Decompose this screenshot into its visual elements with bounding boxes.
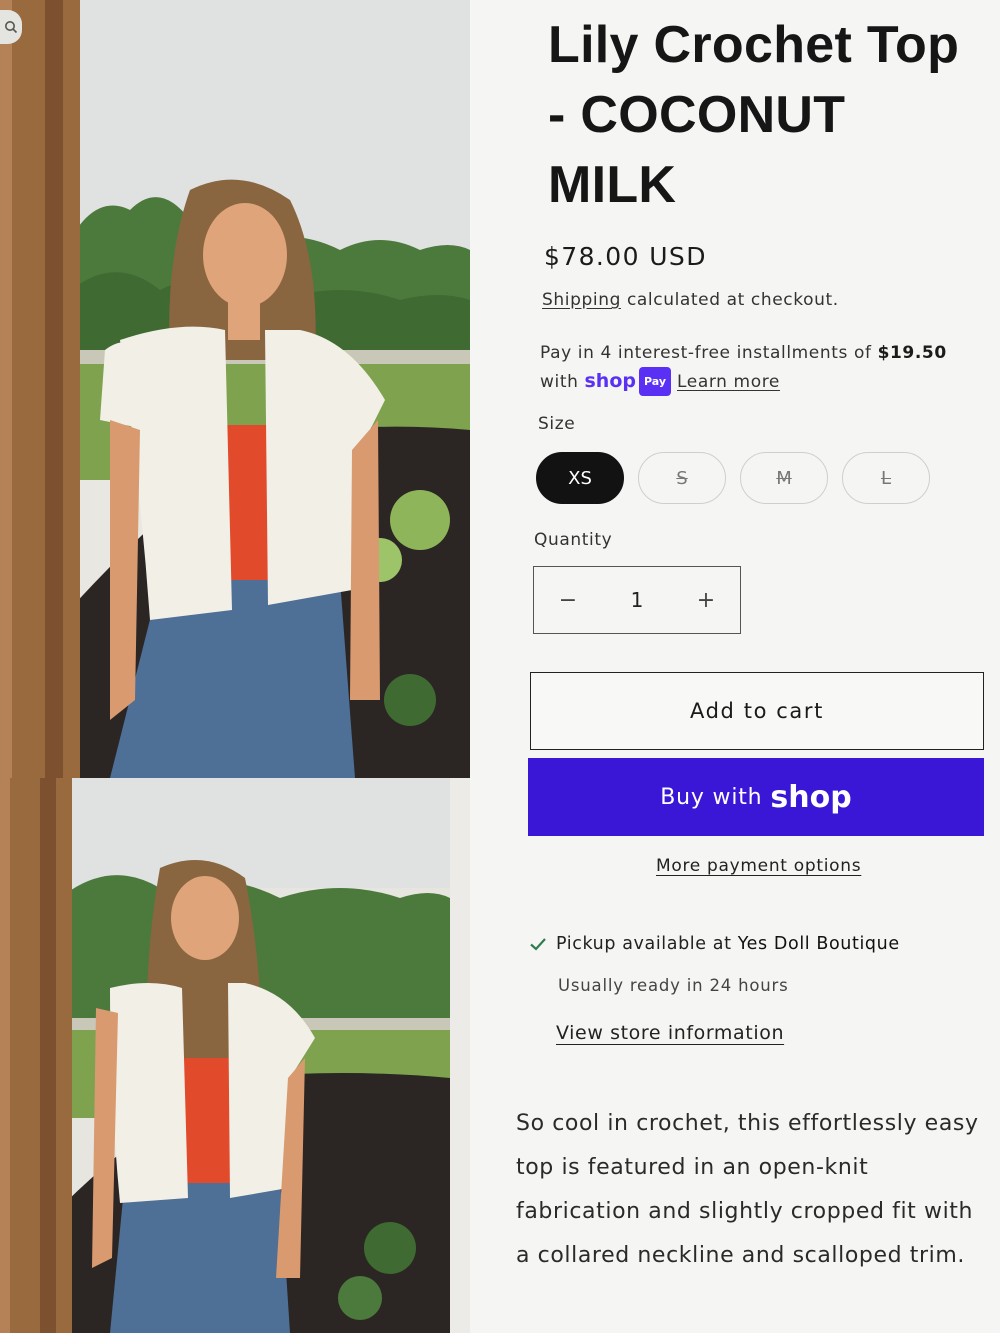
installments-text: Pay in 4 interest-free installments of [540, 343, 878, 363]
buy-with-label: Buy with [660, 784, 763, 810]
product-page: Lily Crochet Top - COCONUT MILK $78.00 U… [0, 0, 1000, 1333]
size-option-xs[interactable]: XS [536, 452, 624, 504]
installments-with: with [540, 372, 585, 392]
product-price: $78.00 USD [544, 242, 707, 271]
quantity-stepper: − 1 + [533, 566, 741, 634]
learn-more-link[interactable]: Learn more [677, 372, 780, 392]
product-description: So cool in crochet, this effortlessly ea… [516, 1111, 979, 1268]
buy-with-shop-button[interactable]: Buy with shop [528, 758, 984, 836]
size-label: Size [538, 414, 576, 434]
shop-logo: shop [770, 779, 852, 815]
more-payment-options-link[interactable]: More payment options [656, 856, 861, 876]
pickup-store: Yes Doll Boutique [737, 934, 900, 954]
product-photo-secondary[interactable] [0, 778, 450, 1333]
size-option-s[interactable]: S [638, 452, 726, 504]
product-photo-main[interactable] [0, 0, 470, 778]
pickup-availability: Pickup available at Yes Doll Boutique [528, 934, 900, 954]
shipping-text: calculated at checkout. [620, 290, 839, 310]
shipping-note: Shipping calculated at checkout. [542, 290, 839, 310]
size-option-label: XS [568, 467, 592, 489]
size-option-label: M [776, 467, 792, 489]
add-to-cart-button[interactable]: Add to cart [530, 672, 984, 750]
size-option-l[interactable]: L [842, 452, 930, 504]
quantity-value[interactable]: 1 [631, 588, 644, 612]
shop-pay-badge: Pay [638, 367, 672, 396]
shipping-link[interactable]: Shipping [542, 290, 621, 310]
size-option-label: L [880, 467, 892, 489]
installments-note: Pay in 4 interest-free installments of $… [540, 340, 980, 396]
view-store-link[interactable]: View store information [556, 1022, 784, 1044]
quantity-decrement-button[interactable]: − [558, 588, 578, 613]
pickup-prefix: Pickup available at [556, 934, 738, 954]
check-icon [530, 938, 546, 951]
size-option-label: S [676, 467, 688, 489]
size-selector: XS S M L [536, 452, 930, 504]
product-info: Lily Crochet Top - COCONUT MILK $78.00 U… [470, 0, 1000, 1333]
quantity-increment-button[interactable]: + [696, 588, 716, 613]
shop-pay-logo: shop [584, 370, 636, 392]
size-option-m[interactable]: M [740, 452, 828, 504]
pickup-ready-time: Usually ready in 24 hours [558, 976, 789, 995]
quantity-label: Quantity [534, 530, 613, 550]
installment-amount: $19.50 [877, 343, 947, 363]
product-title: Lily Crochet Top - COCONUT MILK [548, 16, 960, 214]
search-icon[interactable] [0, 10, 22, 44]
product-gallery [0, 0, 480, 1333]
